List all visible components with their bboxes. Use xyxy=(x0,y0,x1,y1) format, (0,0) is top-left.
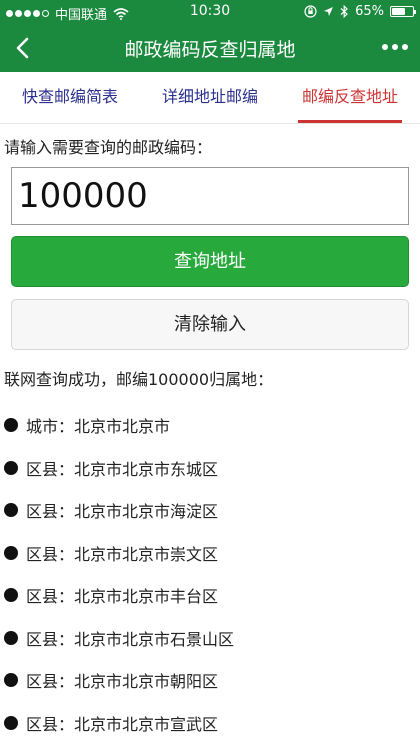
battery-icon xyxy=(390,6,416,17)
result-text: 城市：北京市北京市 xyxy=(26,417,171,437)
list-item: 区县：北京市北京市朝阳区 xyxy=(4,659,414,702)
bullet-icon xyxy=(4,460,18,475)
query-address-button[interactable]: 查询地址 xyxy=(11,236,409,287)
status-right: 65% xyxy=(304,4,416,19)
page-title: 邮政编码反查归属地 xyxy=(124,39,296,61)
bullet-icon xyxy=(4,545,18,560)
status-bar: 中国联通 10:30 65% xyxy=(0,0,420,24)
bullet-icon xyxy=(4,418,18,433)
clear-input-button[interactable]: 清除输入 xyxy=(11,299,409,350)
result-text: 区县：北京市北京市丰台区 xyxy=(26,587,219,607)
input-prompt: 请输入需要查询的邮政编码： xyxy=(4,138,213,157)
tab-quick-table[interactable]: 快查邮编简表 xyxy=(0,72,140,123)
result-message: 联网查询成功，邮编100000归属地： xyxy=(4,370,274,389)
bullet-icon xyxy=(4,673,18,688)
bullet-icon xyxy=(4,588,18,603)
list-item: 城市：北京市北京市 xyxy=(4,404,414,447)
list-item: 区县：北京市北京市东城区 xyxy=(4,447,414,490)
list-item: 区县：北京市北京市丰台区 xyxy=(4,574,414,617)
tab-reverse-lookup[interactable]: 邮编反查地址 xyxy=(280,72,420,123)
list-item: 区县：北京市北京市海淀区 xyxy=(4,489,414,532)
result-text: 区县：北京市北京市东城区 xyxy=(26,459,219,479)
bullet-icon xyxy=(4,503,18,518)
bluetooth-icon xyxy=(340,5,348,18)
result-text: 区县：北京市北京市石景山区 xyxy=(26,629,235,649)
list-item: 区县：北京市北京市石景山区 xyxy=(4,617,414,660)
bullet-icon xyxy=(4,715,18,730)
nav-bar: 邮政编码反查归属地 xyxy=(0,24,420,72)
result-text: 区县：北京市北京市崇文区 xyxy=(26,544,219,564)
list-item: 区县：北京市北京市宣武区 xyxy=(4,702,414,745)
rotation-lock-icon xyxy=(304,5,317,18)
result-list: 城市：北京市北京市 区县：北京市北京市东城区 区县：北京市北京市海淀区 区县：北… xyxy=(4,404,414,744)
result-text: 区县：北京市北京市朝阳区 xyxy=(26,672,219,692)
location-arrow-icon xyxy=(324,7,334,16)
tab-bar: 快查邮编简表 详细地址邮编 邮编反查地址 xyxy=(0,72,420,124)
result-text: 区县：北京市北京市海淀区 xyxy=(26,502,219,522)
battery-fill xyxy=(392,8,405,15)
list-item: 区县：北京市北京市崇文区 xyxy=(4,532,414,575)
result-text: 区县：北京市北京市宣武区 xyxy=(26,714,219,734)
tab-address-postcode[interactable]: 详细地址邮编 xyxy=(140,72,280,123)
bullet-icon xyxy=(4,630,18,645)
postcode-input[interactable] xyxy=(11,167,409,225)
more-icon[interactable] xyxy=(382,44,408,50)
battery-percent: 65% xyxy=(355,4,384,19)
